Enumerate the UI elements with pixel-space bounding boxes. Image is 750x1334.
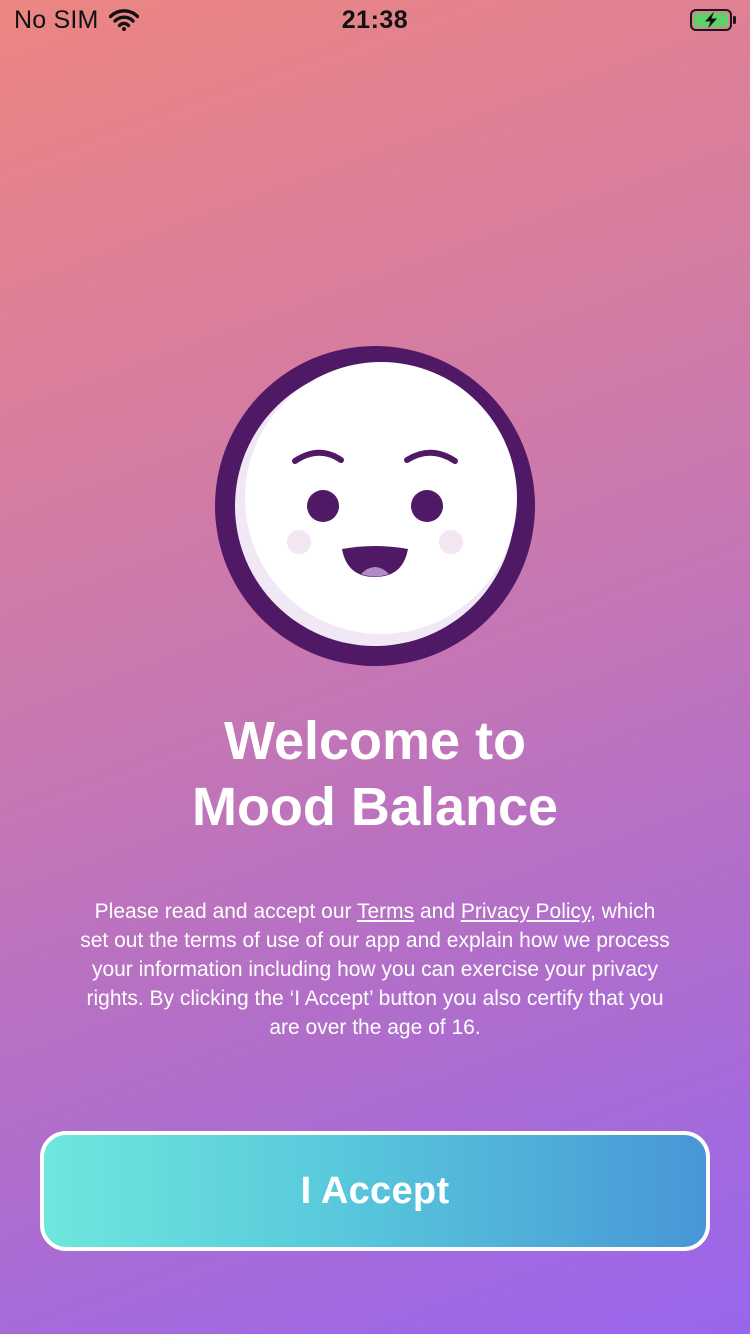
battery-charging-icon [690,9,736,31]
consent-text: Please read and accept our Terms and Pri… [80,897,670,1042]
status-time: 21:38 [341,6,409,34]
welcome-screen: No SIM 21:38 Welcome to Mood Balance Ple… [0,0,750,1334]
consent-text-and: and [414,900,461,923]
welcome-title-line-2: Mood Balance [191,777,559,837]
welcome-title: Welcome to Mood Balance [0,708,750,840]
terms-link[interactable]: Terms [357,900,414,923]
privacy-policy-link[interactable]: Privacy Policy [461,900,590,923]
welcome-title-line-1: Welcome to [223,711,527,771]
smiling-face-icon [215,346,535,666]
status-bar: No SIM 21:38 [0,0,750,40]
accept-button[interactable]: I Accept [40,1131,710,1251]
consent-text-intro: Please read and accept our [94,900,357,923]
